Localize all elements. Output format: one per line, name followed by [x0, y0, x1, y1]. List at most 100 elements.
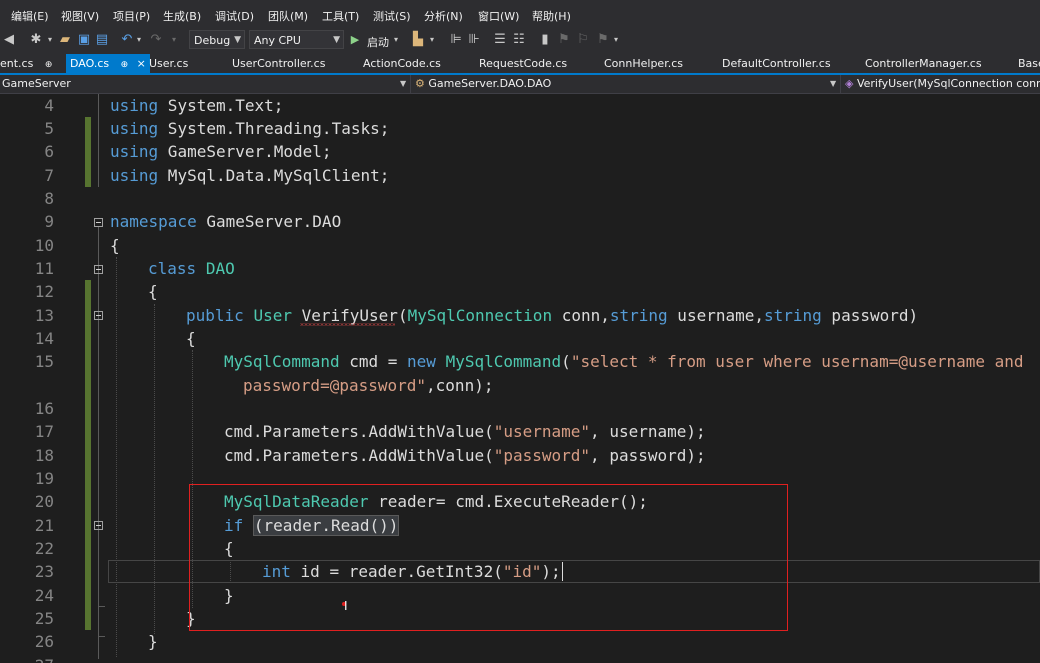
menu-debug[interactable]: 调试(D): [215, 8, 254, 24]
configuration-value: Debug: [194, 34, 231, 47]
indent-guide: [154, 304, 155, 634]
code-line-18: cmd.Parameters.AddWithValue("password", …: [224, 446, 706, 465]
configuration-select[interactable]: Debug ▼: [189, 30, 245, 49]
line-number: 19: [34, 469, 54, 488]
menu-build[interactable]: 生成(B): [163, 8, 201, 24]
code-line-14: {: [186, 329, 196, 348]
line-number: 5: [44, 119, 54, 138]
code-line-26: }: [148, 632, 158, 651]
close-icon[interactable]: ×: [137, 57, 146, 70]
menu-bar: 编辑(E) 视图(V) 项目(P) 生成(B) 调试(D) 团队(M) 工具(T…: [0, 0, 1040, 28]
line-number: 8: [44, 189, 54, 208]
step-icon[interactable]: ⊪: [467, 32, 481, 48]
save-icon[interactable]: ▣: [77, 32, 91, 48]
start-button[interactable]: 启动: [367, 34, 389, 50]
collapse-icon[interactable]: [94, 311, 103, 320]
tab-usercontroller-cs[interactable]: UserController.cs: [232, 54, 325, 73]
undo-dropdown-icon[interactable]: ▾: [135, 32, 143, 48]
bookmark-icon[interactable]: ▮: [538, 32, 552, 48]
menu-edit[interactable]: 编辑(E): [11, 8, 49, 24]
next-bookmark-icon[interactable]: ⚐: [576, 32, 590, 48]
tab-connhelper-cs[interactable]: ConnHelper.cs: [604, 54, 683, 73]
code-line-13: public User VerifyUser(MySqlConnection c…: [186, 306, 919, 325]
menu-tools[interactable]: 工具(T): [322, 8, 359, 24]
comment-icon[interactable]: ☰: [493, 32, 507, 48]
annotation-box: [189, 484, 788, 631]
project-dropdown[interactable]: GameServer: [2, 75, 402, 93]
code-line-12: {: [148, 282, 158, 301]
line-number: 23: [34, 562, 54, 581]
tab-user-cs[interactable]: User.cs: [149, 54, 188, 73]
collapse-icon[interactable]: [94, 521, 103, 530]
navigation-bar: GameServer ▼ ⚙ GameServer.DAO.DAO ▼ ◈ Ve…: [0, 75, 1040, 94]
platform-value: Any CPU: [254, 34, 301, 47]
line-number: 6: [44, 142, 54, 161]
nav-divider: [410, 75, 411, 93]
menu-team[interactable]: 团队(M): [268, 8, 308, 24]
code-editor[interactable]: 4 5 6 7 8 9 10 11 12 13 14 15 16 17 18 1…: [0, 94, 1040, 663]
tab-label: ent.cs: [0, 57, 34, 70]
dropdown-arrow-icon[interactable]: ▾: [46, 32, 54, 48]
menu-window[interactable]: 窗口(W): [478, 8, 519, 24]
toolbar-overflow-icon[interactable]: ▾: [612, 32, 620, 48]
menu-analyze[interactable]: 分析(N): [424, 8, 463, 24]
code-line-5: using System.Threading.Tasks;: [110, 119, 390, 138]
line-number: 10: [34, 236, 54, 255]
code-line-9: namespace GameServer.DAO: [110, 212, 342, 231]
browser-link-icon[interactable]: ▙: [410, 32, 426, 48]
ibeam-cursor-icon: I: [344, 599, 348, 613]
menu-view[interactable]: 视图(V): [61, 8, 99, 24]
clear-bookmarks-icon[interactable]: ⚑: [596, 32, 610, 48]
start-dropdown-icon[interactable]: ▾: [392, 32, 400, 48]
tab-dao-cs[interactable]: DAO.cs ⊕ ×: [66, 54, 150, 73]
change-marker: [85, 280, 91, 630]
code-line-7: using MySql.Data.MySqlClient;: [110, 166, 390, 185]
tab-base[interactable]: Base: [1018, 54, 1040, 73]
pin-icon[interactable]: ⊕: [121, 60, 129, 70]
undo-icon[interactable]: ↶: [120, 32, 134, 48]
collapse-icon[interactable]: [94, 265, 103, 274]
code-line-17: cmd.Parameters.AddWithValue("username", …: [224, 422, 706, 441]
collapse-icon[interactable]: [94, 218, 103, 227]
chevron-down-icon: ▼: [830, 79, 837, 88]
line-number: 16: [34, 399, 54, 418]
tab-actioncode-cs[interactable]: ActionCode.cs: [363, 54, 441, 73]
prev-bookmark-icon[interactable]: ⚑: [557, 32, 571, 48]
menu-test[interactable]: 测试(S): [373, 8, 411, 24]
browser-dropdown-icon[interactable]: ▾: [428, 32, 436, 48]
line-number: 18: [34, 446, 54, 465]
line-number: 14: [34, 329, 54, 348]
menu-help[interactable]: 帮助(H): [532, 8, 571, 24]
new-project-icon[interactable]: ✱: [28, 32, 44, 48]
redo-icon[interactable]: ↷: [149, 32, 163, 48]
platform-select[interactable]: Any CPU ▼: [249, 30, 344, 49]
open-folder-icon[interactable]: ▰: [58, 32, 72, 48]
tab-ent-cs[interactable]: ent.cs ⊕: [0, 54, 52, 73]
line-number: 15: [34, 352, 54, 371]
tab-defaultcontroller-cs[interactable]: DefaultController.cs: [722, 54, 831, 73]
start-icon[interactable]: ▶: [348, 32, 362, 48]
code-line-6: using GameServer.Model;: [110, 142, 332, 161]
pin-icon[interactable]: ⊕: [45, 60, 53, 70]
line-number: 12: [34, 282, 54, 301]
line-number: 13: [34, 306, 54, 325]
tab-requestcode-cs[interactable]: RequestCode.cs: [479, 54, 567, 73]
tab-controllermanager-cs[interactable]: ControllerManager.cs: [865, 54, 982, 73]
change-marker: [85, 117, 91, 187]
menu-project[interactable]: 项目(P): [113, 8, 150, 24]
back-icon[interactable]: ◀: [2, 32, 16, 48]
error-squiggle: [300, 323, 395, 326]
code-line-11: class DAO: [148, 259, 235, 278]
redo-dropdown-icon[interactable]: ▾: [170, 32, 178, 48]
line-number: 27: [0, 654, 54, 663]
type-dropdown[interactable]: ⚙ GameServer.DAO.DAO: [415, 75, 825, 93]
save-all-icon[interactable]: ▤: [95, 32, 109, 48]
member-dropdown[interactable]: ◈ VerifyUser(MySqlConnection conn, s: [845, 75, 1040, 93]
align-left-icon[interactable]: ⊫: [449, 32, 463, 48]
uncomment-icon[interactable]: ☷: [512, 32, 526, 48]
chevron-down-icon: ▼: [234, 35, 241, 45]
line-number: 7: [44, 166, 54, 185]
chevron-down-icon: ▼: [400, 79, 407, 88]
outline-line: [98, 94, 99, 187]
line-number: 22: [34, 539, 54, 558]
